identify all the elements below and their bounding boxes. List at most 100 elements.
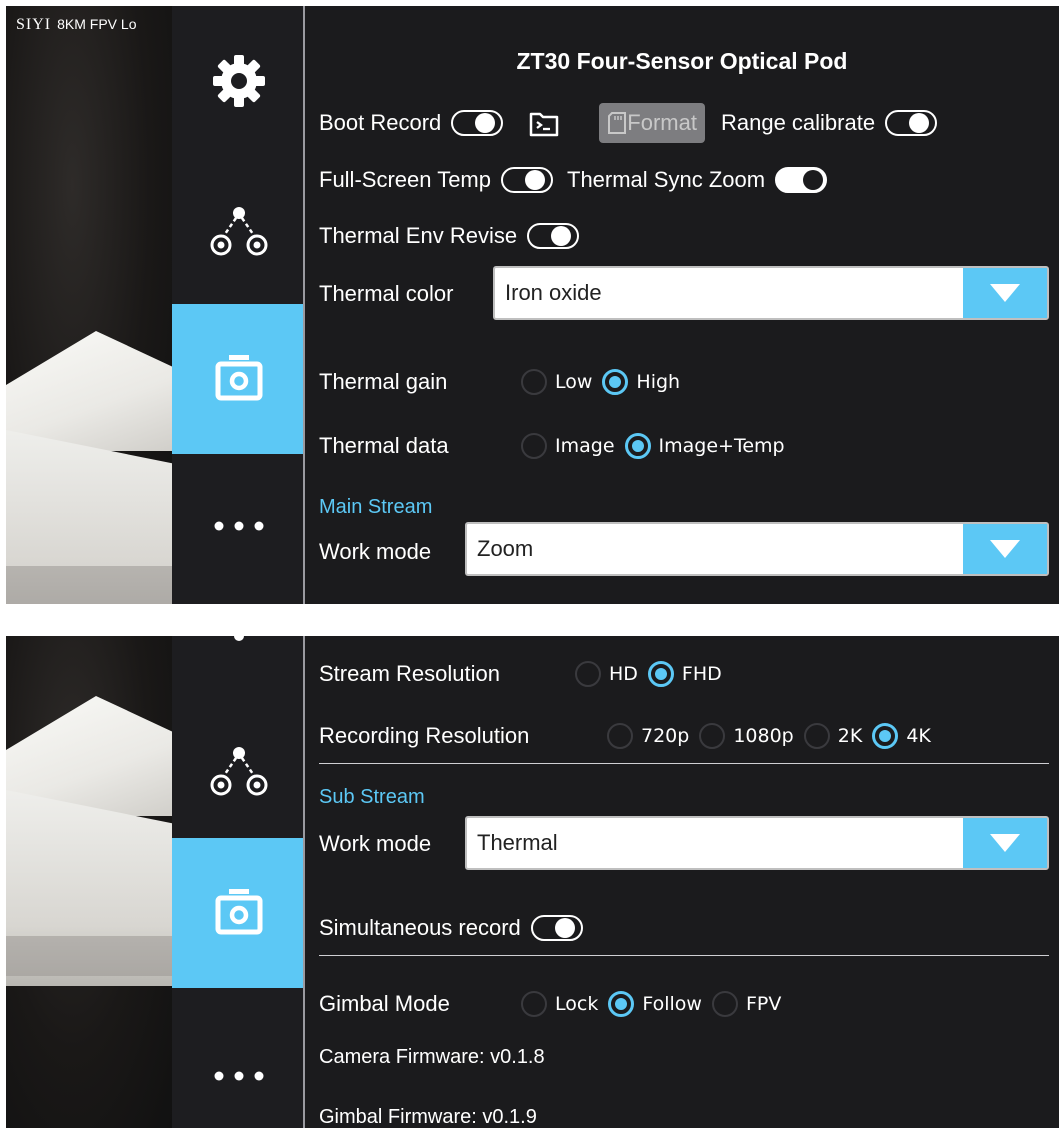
- sub-work-mode-value: Thermal: [477, 830, 558, 855]
- main-work-mode-row: Work mode: [319, 534, 431, 570]
- thermal-sync-zoom-label: Thermal Sync Zoom: [567, 167, 766, 192]
- gimbal-firmware: Gimbal Firmware: v0.1.9: [319, 1106, 537, 1128]
- gain-low-radio[interactable]: [521, 369, 547, 395]
- rec-2k-label: 2K: [837, 725, 863, 747]
- thermal-env-revise-toggle[interactable]: [527, 223, 580, 249]
- gimbal-mode-label: Gimbal Mode: [319, 991, 450, 1016]
- thermal-gain-row: Thermal gain Low High: [319, 364, 680, 400]
- gain-high-radio[interactable]: [602, 369, 629, 395]
- gimbal-fpv-radio[interactable]: [711, 991, 738, 1017]
- boot-record-row: Boot Record Format Range calibrate: [319, 102, 947, 144]
- rec-720p-label: 720p: [641, 725, 690, 747]
- full-screen-temp-toggle[interactable]: [501, 167, 553, 193]
- rec-720p-radio[interactable]: [607, 723, 633, 749]
- terminal-folder-button[interactable]: [527, 106, 561, 140]
- gimbal-fpv-label: FPV: [745, 993, 782, 1015]
- settings-content: ZT30 Four-Sensor Optical Pod Boot Record: [305, 6, 1059, 604]
- sidebar-item-gimbal[interactable]: [172, 176, 305, 286]
- thermal-env-row: Thermal Env Revise: [319, 218, 589, 254]
- camera-icon: [215, 355, 262, 401]
- gimbal-mode-row: Gimbal Mode Lock Follow FPV: [319, 986, 781, 1022]
- settings-panel-bottom: Stream Resolution HD FHD Recording Resol…: [6, 636, 1059, 1128]
- format-label: Format: [627, 110, 697, 135]
- sd-card-icon: [608, 112, 627, 134]
- thermal-data-label: Thermal data: [319, 433, 449, 458]
- thermal-color-select[interactable]: Iron oxide: [493, 266, 1049, 320]
- main-work-mode-value: Zoom: [477, 536, 534, 561]
- section-divider: [319, 955, 1049, 956]
- gimbal-lock-label: Lock: [555, 993, 599, 1015]
- sidebar-item-more[interactable]: [172, 476, 305, 576]
- settings-content: Stream Resolution HD FHD Recording Resol…: [305, 636, 1059, 1128]
- more-dots-icon: [214, 1071, 263, 1081]
- temp-row: Full-Screen Temp Thermal Sync Zoom: [319, 162, 837, 198]
- thermal-sync-zoom-toggle[interactable]: [775, 167, 828, 193]
- thermal-color-row: Thermal color: [319, 276, 453, 312]
- recording-resolution-label: Recording Resolution: [319, 723, 530, 748]
- data-image-radio[interactable]: [521, 433, 547, 459]
- data-image-temp-label: Image+Temp: [658, 435, 785, 457]
- data-image-label: Image: [555, 435, 615, 457]
- gimbal-follow-label: Follow: [642, 993, 702, 1015]
- range-calibrate-toggle[interactable]: [885, 110, 938, 136]
- data-image-temp-radio[interactable]: [624, 433, 651, 459]
- sidebar-item-gimbal[interactable]: [172, 716, 305, 826]
- gimbal-link-icon: [210, 207, 267, 256]
- format-button[interactable]: Format: [599, 103, 705, 143]
- gain-high-label: High: [636, 371, 681, 393]
- dropdown-arrow[interactable]: [963, 268, 1047, 318]
- recording-resolution-row: Recording Resolution 720p 1080p 2K 4K: [319, 718, 931, 754]
- sub-work-mode-label: Work mode: [319, 831, 432, 856]
- sidebar-item-camera[interactable]: [172, 304, 305, 454]
- main-work-mode-label: Work mode: [319, 539, 432, 564]
- sidebar-item-settings[interactable]: [172, 26, 305, 136]
- rec-2k-radio[interactable]: [803, 723, 830, 749]
- gimbal-lock-radio[interactable]: [521, 991, 547, 1017]
- stream-fhd-label: FHD: [681, 663, 722, 685]
- stream-resolution-label: Stream Resolution: [319, 661, 500, 686]
- dropdown-arrow[interactable]: [963, 818, 1047, 868]
- full-screen-temp-label: Full-Screen Temp: [319, 167, 491, 192]
- page-title: ZT30 Four-Sensor Optical Pod: [516, 48, 848, 74]
- sidebar-item-camera[interactable]: [172, 838, 305, 988]
- simultaneous-record-row: Simultaneous record: [319, 910, 593, 946]
- range-calibrate-label: Range calibrate: [720, 110, 876, 135]
- sidebar: [172, 6, 305, 604]
- thermal-gain-label: Thermal gain: [319, 369, 448, 394]
- section-divider: [319, 763, 1049, 764]
- stream-fhd-radio[interactable]: [647, 661, 674, 687]
- stream-hd-radio[interactable]: [575, 661, 601, 687]
- chevron-down-icon: [990, 540, 1020, 558]
- thermal-env-revise-label: Thermal Env Revise: [319, 223, 518, 248]
- camera-icon: [215, 889, 262, 935]
- camera-firmware: Camera Firmware: v0.1.8: [319, 1046, 545, 1068]
- sidebar: [172, 636, 305, 1128]
- rec-1080p-radio[interactable]: [699, 723, 726, 749]
- stream-resolution-row: Stream Resolution HD FHD: [319, 656, 722, 692]
- camera-feed: SIYI 8KM FPV Lo: [6, 6, 172, 604]
- stream-hd-label: HD: [609, 663, 638, 685]
- simultaneous-record-toggle[interactable]: [530, 915, 583, 941]
- rec-4k-radio[interactable]: [872, 723, 899, 749]
- sub-stream-heading: Sub Stream: [319, 786, 425, 808]
- chevron-down-icon: [990, 834, 1020, 852]
- simultaneous-record-label: Simultaneous record: [319, 915, 521, 940]
- boot-record-label: Boot Record: [319, 110, 442, 135]
- camera-label: SIYI 8KM FPV Lo: [16, 16, 137, 33]
- sidebar-item-more[interactable]: [172, 1026, 305, 1126]
- gear-icon-partial: [234, 636, 244, 641]
- more-dots-icon: [214, 521, 263, 531]
- dropdown-arrow[interactable]: [963, 524, 1047, 574]
- boot-record-toggle[interactable]: [451, 110, 504, 136]
- gimbal-follow-radio[interactable]: [608, 991, 635, 1017]
- sub-work-mode-select[interactable]: Thermal: [465, 816, 1049, 870]
- brand-logo: SIYI: [16, 16, 52, 33]
- rec-1080p-label: 1080p: [733, 725, 794, 747]
- settings-panel-top: SIYI 8KM FPV Lo ZT30 Four-Sensor Optical…: [6, 6, 1059, 604]
- gain-low-label: Low: [555, 371, 593, 393]
- chevron-down-icon: [990, 284, 1020, 302]
- rec-4k-label: 4K: [906, 725, 931, 747]
- sub-work-mode-row: Work mode: [319, 826, 431, 862]
- terminal-folder-icon: [530, 112, 559, 137]
- main-work-mode-select[interactable]: Zoom: [465, 522, 1049, 576]
